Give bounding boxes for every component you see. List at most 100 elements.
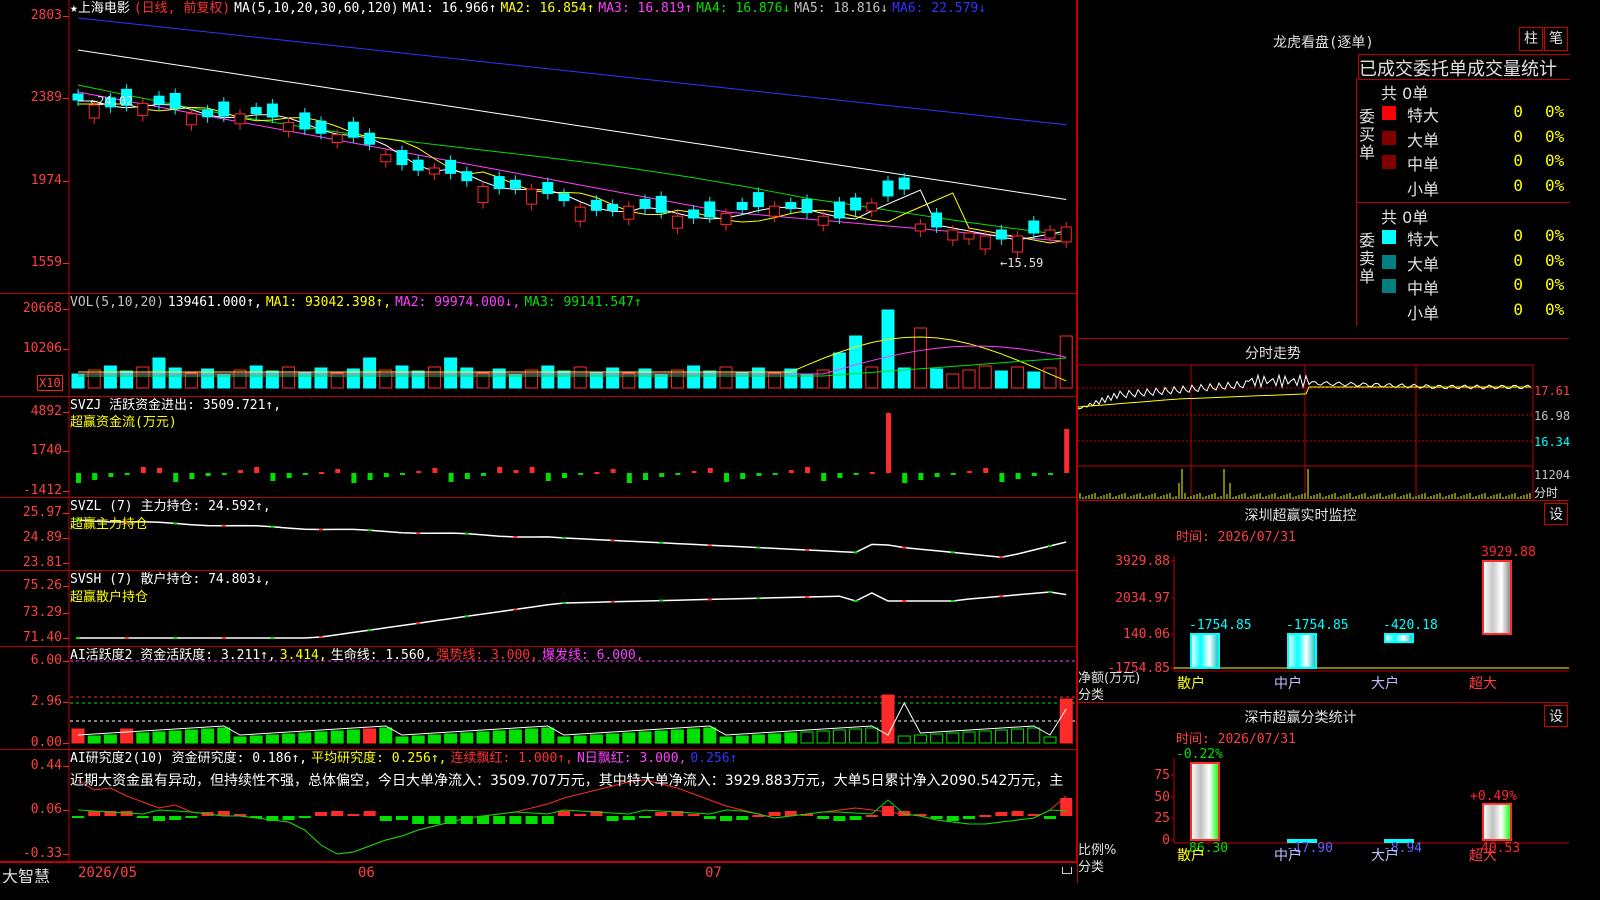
flow-bar bbox=[983, 468, 989, 473]
holding-marker bbox=[319, 528, 323, 531]
main-kline-panel[interactable]: ★上海电影 (日线, 前复权) MA(5,10,20,30,60,120) MA1: … bbox=[0, 0, 1077, 294]
volume-bar bbox=[768, 372, 782, 389]
volume-bar bbox=[541, 365, 555, 389]
y-axis-label: 0.00 bbox=[30, 735, 62, 750]
flow-bar bbox=[92, 473, 98, 480]
holding-marker bbox=[659, 541, 664, 544]
flow-bar bbox=[416, 471, 422, 473]
volume-bar bbox=[881, 309, 895, 389]
flow-bar bbox=[1031, 473, 1037, 476]
y-axis-label: 1974 bbox=[30, 173, 62, 188]
candle-body bbox=[461, 171, 473, 182]
candle-body bbox=[671, 215, 683, 229]
volume-bar bbox=[136, 366, 150, 389]
ai-activity-panel[interactable]: AI活跃度2 资金活跃度: 3.211↑, 3.414, 生命线: 1.560, 强势… bbox=[0, 647, 1077, 750]
volume-panel[interactable]: VOL(5,10,20) 139461.000↑, MA1: 93042.398↑,… bbox=[0, 294, 1077, 397]
flow-bar bbox=[967, 471, 972, 473]
category-bar bbox=[1482, 802, 1512, 842]
category-label: 大户 bbox=[1371, 848, 1399, 864]
sz-monitor-setting-button[interactable]: 设 bbox=[1544, 503, 1568, 525]
y-tick bbox=[63, 613, 69, 614]
volume-bar bbox=[751, 367, 765, 389]
activity-bar bbox=[1027, 727, 1041, 744]
flow-bar bbox=[367, 473, 373, 480]
order-type-label: 大单 bbox=[1407, 254, 1440, 274]
buy-side-label: 委买单 bbox=[1359, 107, 1376, 162]
candle-body bbox=[283, 121, 295, 132]
holding-marker bbox=[902, 546, 907, 549]
sz-monitor-time: 时间: 2026/07/31 bbox=[1176, 530, 1296, 545]
research-bar bbox=[185, 816, 198, 818]
holding-marker bbox=[270, 525, 275, 528]
category-bar bbox=[1384, 633, 1414, 644]
research-bar bbox=[639, 816, 651, 818]
order-percent: 0% bbox=[1545, 250, 1565, 270]
header-value: 爆发线: 6.000, bbox=[541, 648, 644, 663]
ai-activity-header: AI活跃度2 资金活跃度: 3.211↑, 3.414, 生命线: 1.560, 强势… bbox=[70, 648, 648, 664]
category-label: 中户 bbox=[1274, 848, 1302, 864]
svzj-panel[interactable]: SVZJ 活跃资金进出: 3509.721↑, 超赢资金流(万元) 4892 17… bbox=[0, 397, 1077, 498]
candle-body bbox=[412, 159, 424, 171]
y-tick bbox=[63, 349, 69, 350]
activity-bar bbox=[168, 730, 182, 744]
y-tick bbox=[63, 181, 69, 182]
holding-marker bbox=[756, 597, 761, 600]
research-bar bbox=[541, 816, 554, 824]
y-axis-label: 1740 bbox=[30, 443, 62, 458]
ma-values: MA1: 16.966↑ MA2: 16.854↑ MA3: 16.819↑ MA4:… bbox=[403, 1, 991, 16]
activity-bar bbox=[557, 736, 571, 744]
svsh-panel[interactable]: SVSH (7) 散户持仓: 74.803↓, 超赢散户持仓 75.26 73.2… bbox=[0, 571, 1077, 647]
research-bar bbox=[817, 816, 830, 819]
research-bar bbox=[995, 812, 1008, 816]
order-type-label: 小单 bbox=[1407, 303, 1440, 323]
svzl-panel[interactable]: SVZL (7) 主力持仓: 24.592↑, 超赢主力持仓 25.97 24.8… bbox=[0, 498, 1077, 571]
lock-icon[interactable] bbox=[1062, 867, 1072, 874]
header-value: 0.256↑ bbox=[690, 751, 738, 766]
sell-side-label: 委卖单 bbox=[1359, 231, 1376, 286]
sz-monitor-panel[interactable]: 深圳超赢实时监控 设 时间: 2026/07/31 3929.88 2034.97… bbox=[1077, 500, 1569, 703]
legend-swatch bbox=[1382, 303, 1396, 318]
candle-body bbox=[817, 215, 829, 226]
research-bar bbox=[1011, 811, 1024, 816]
activity-bar bbox=[589, 734, 603, 744]
ai-research-panel[interactable]: AI研究度2(10) 资金研究度: 0.186↑, 平均研究度: 0.256↑, 连… bbox=[0, 750, 1077, 862]
order-type-label: 中单 bbox=[1407, 155, 1440, 174]
candle-body bbox=[315, 120, 327, 134]
kline-chart bbox=[0, 0, 1077, 294]
flow-bar bbox=[448, 473, 454, 482]
research-bar bbox=[315, 812, 327, 816]
candle-body bbox=[169, 92, 181, 109]
research-bar bbox=[622, 816, 635, 820]
research-bar bbox=[282, 816, 295, 820]
candle-body bbox=[914, 223, 926, 232]
volume-bar bbox=[444, 357, 458, 389]
candle-body bbox=[833, 201, 845, 219]
order-percent: 0% bbox=[1545, 226, 1565, 245]
category-label: 中户 bbox=[1274, 676, 1302, 692]
holding-marker bbox=[124, 637, 129, 639]
research-bar bbox=[655, 812, 668, 816]
sz-classify-panel[interactable]: 深市超赢分类统计 设 时间: 2026/07/31 75 50 25 0 86.30 散户… bbox=[1077, 702, 1569, 883]
intraday-panel[interactable]: 分时走势 17.61 16.98 16.34 11204 分时 bbox=[1077, 338, 1570, 501]
flow-bar bbox=[205, 473, 211, 476]
activity-bar bbox=[638, 731, 652, 744]
activity-bar bbox=[735, 735, 749, 744]
flow-bar bbox=[497, 467, 503, 473]
header-value: 平均研究度: 0.256↑, bbox=[311, 751, 447, 766]
sz-classify-setting-button[interactable]: 设 bbox=[1544, 705, 1568, 727]
category-bar bbox=[1287, 633, 1317, 669]
holding-marker bbox=[610, 600, 615, 603]
legend-swatch bbox=[1382, 155, 1396, 169]
holding-marker bbox=[853, 600, 858, 602]
activity-bar bbox=[184, 729, 198, 744]
flow-bar bbox=[335, 469, 341, 473]
candle-body bbox=[720, 213, 732, 226]
order-percent: 0% bbox=[1545, 102, 1565, 121]
stroke-mode-button[interactable]: 笔 bbox=[1544, 27, 1568, 51]
bar-mode-button[interactable]: 柱 bbox=[1519, 27, 1543, 51]
activity-bar bbox=[217, 727, 231, 744]
holding-marker bbox=[367, 629, 372, 632]
y-axis-label: 75 bbox=[1154, 768, 1170, 783]
y-axis-label: 2389 bbox=[30, 90, 62, 105]
research-bar bbox=[865, 815, 878, 817]
